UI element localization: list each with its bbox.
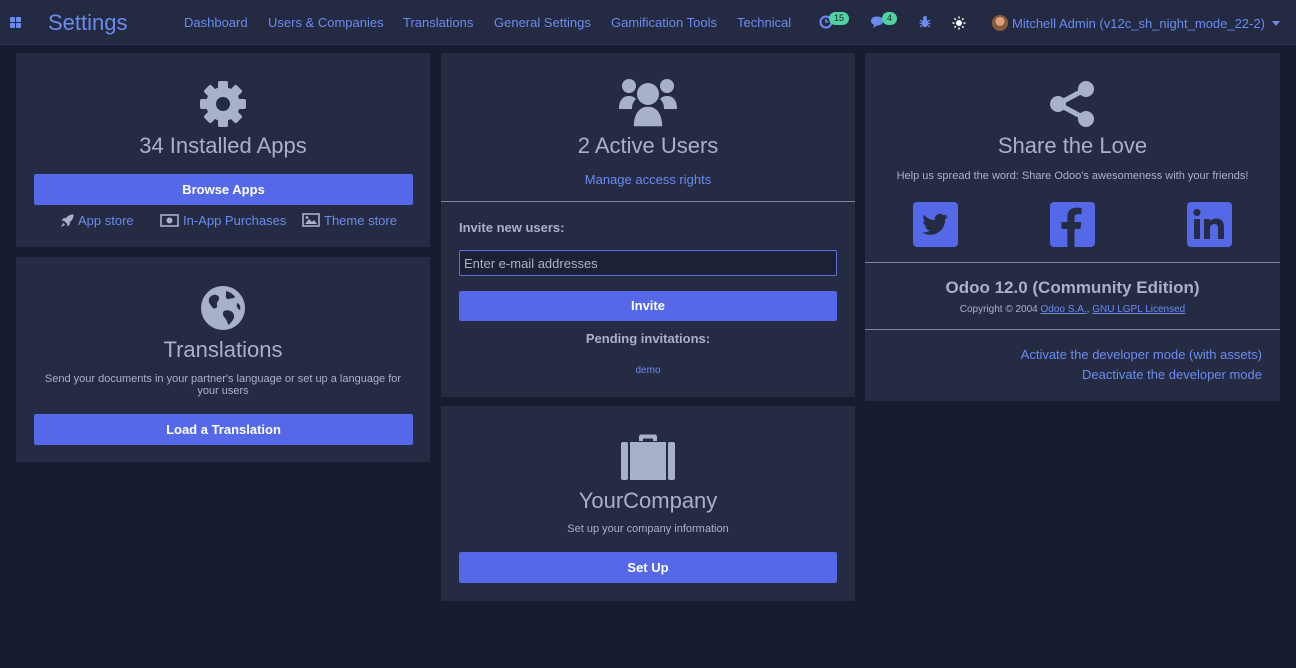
app-brand[interactable]: Settings (48, 10, 128, 36)
activity-systray[interactable]: 15 (818, 12, 854, 32)
deactivate-developer-mode-link[interactable]: Deactivate the developer mode (1082, 367, 1262, 382)
active-users-title: 2 Active Users (577, 133, 719, 158)
translations-card: Translations Send your documents in your… (16, 257, 430, 462)
facebook-icon (1061, 207, 1082, 247)
linkedin-icon (1193, 208, 1224, 239)
menu-general-settings[interactable]: General Settings (494, 15, 591, 30)
menu-dashboard[interactable]: Dashboard (184, 15, 248, 30)
odoo-version: Odoo 12.0 (Community Edition) (945, 278, 1200, 297)
menu-users-companies[interactable]: Users & Companies (268, 15, 384, 30)
divider (441, 201, 855, 202)
menu-gamification-tools[interactable]: Gamification Tools (611, 15, 717, 30)
apps-card: 34 Installed Apps Browse Apps App store … (16, 53, 430, 247)
in-app-purchases-label: In-App Purchases (183, 212, 287, 228)
odoo-sa-link[interactable]: Odoo S.A. (1041, 304, 1087, 315)
menu-translations[interactable]: Translations (403, 15, 473, 30)
license-link[interactable]: GNU LGPL Licensed (1092, 304, 1185, 315)
app-store-link[interactable]: App store (60, 212, 134, 228)
pending-invitations-heading: Pending invitations: (585, 331, 711, 346)
bug-icon (919, 16, 931, 28)
manage-access-rights-link[interactable]: Manage access rights (441, 172, 855, 187)
sun-icon (952, 16, 966, 30)
browse-apps-button[interactable]: Browse Apps (34, 174, 413, 205)
copyright-line: Copyright © 2004 Odoo S.A., GNU LGPL Lic… (959, 304, 1186, 315)
apps-menu-icon[interactable] (10, 17, 22, 29)
pending-invitation-item[interactable]: demo (441, 365, 855, 376)
share-description: Help us spread the word: Share Odoo's aw… (896, 170, 1249, 182)
briefcase-icon (621, 434, 675, 480)
chevron-down-icon (1271, 21, 1280, 26)
messaging-systray[interactable]: 4 (869, 12, 901, 32)
translations-title: Translations (163, 337, 283, 362)
top-navbar: Settings Dashboard Users & Companies Tra… (0, 0, 1296, 45)
copyright-text: Copyright © 2004 (959, 304, 1041, 315)
twitter-share-button[interactable] (913, 202, 958, 247)
in-app-purchases-link[interactable]: In-App Purchases (160, 212, 286, 228)
theme-store-label: Theme store (324, 212, 397, 228)
linkedin-share-button[interactable] (1187, 202, 1232, 247)
company-title: YourCompany (578, 488, 718, 513)
users-icon (619, 79, 677, 128)
facebook-share-button[interactable] (1050, 202, 1095, 247)
avatar (992, 15, 1008, 31)
share-card: Share the Love Help us spread the word: … (865, 53, 1280, 401)
menu-technical[interactable]: Technical (737, 15, 791, 30)
picture-icon (302, 213, 320, 227)
translations-description: Send your documents in your partner's la… (44, 373, 402, 397)
messages-count-badge: 4 (882, 12, 898, 25)
user-name: Mitchell Admin (v12c_sh_night_mode_22-2) (1012, 15, 1265, 31)
debug-systray[interactable] (918, 12, 932, 32)
globe-icon (201, 286, 245, 330)
activate-developer-mode-assets-link[interactable]: Activate the developer mode (with assets… (1021, 347, 1262, 362)
share-icon (1050, 81, 1094, 127)
activity-count-badge: 15 (829, 12, 850, 25)
invite-button[interactable]: Invite (459, 291, 837, 321)
theme-store-link[interactable]: Theme store (302, 212, 397, 228)
money-icon (160, 213, 179, 227)
company-card: YourCompany Set up your company informat… (441, 406, 855, 601)
set-up-company-button[interactable]: Set Up (459, 552, 837, 583)
rocket-icon (60, 213, 74, 227)
installed-apps-title: 34 Installed Apps (139, 133, 307, 158)
twitter-icon (922, 213, 948, 235)
share-title: Share the Love (997, 133, 1148, 158)
gear-icon (200, 81, 246, 127)
divider (865, 329, 1280, 330)
users-card: 2 Active Users Manage access rights Invi… (441, 53, 855, 397)
app-store-label: App store (78, 212, 134, 228)
night-mode-toggle[interactable] (951, 12, 967, 32)
company-description: Set up your company information (567, 523, 729, 535)
user-menu[interactable]: Mitchell Admin (v12c_sh_night_mode_22-2) (992, 13, 1280, 33)
invite-heading: Invite new users: (459, 220, 565, 235)
divider (865, 262, 1280, 263)
load-translation-button[interactable]: Load a Translation (34, 414, 413, 445)
email-input[interactable] (459, 250, 837, 276)
